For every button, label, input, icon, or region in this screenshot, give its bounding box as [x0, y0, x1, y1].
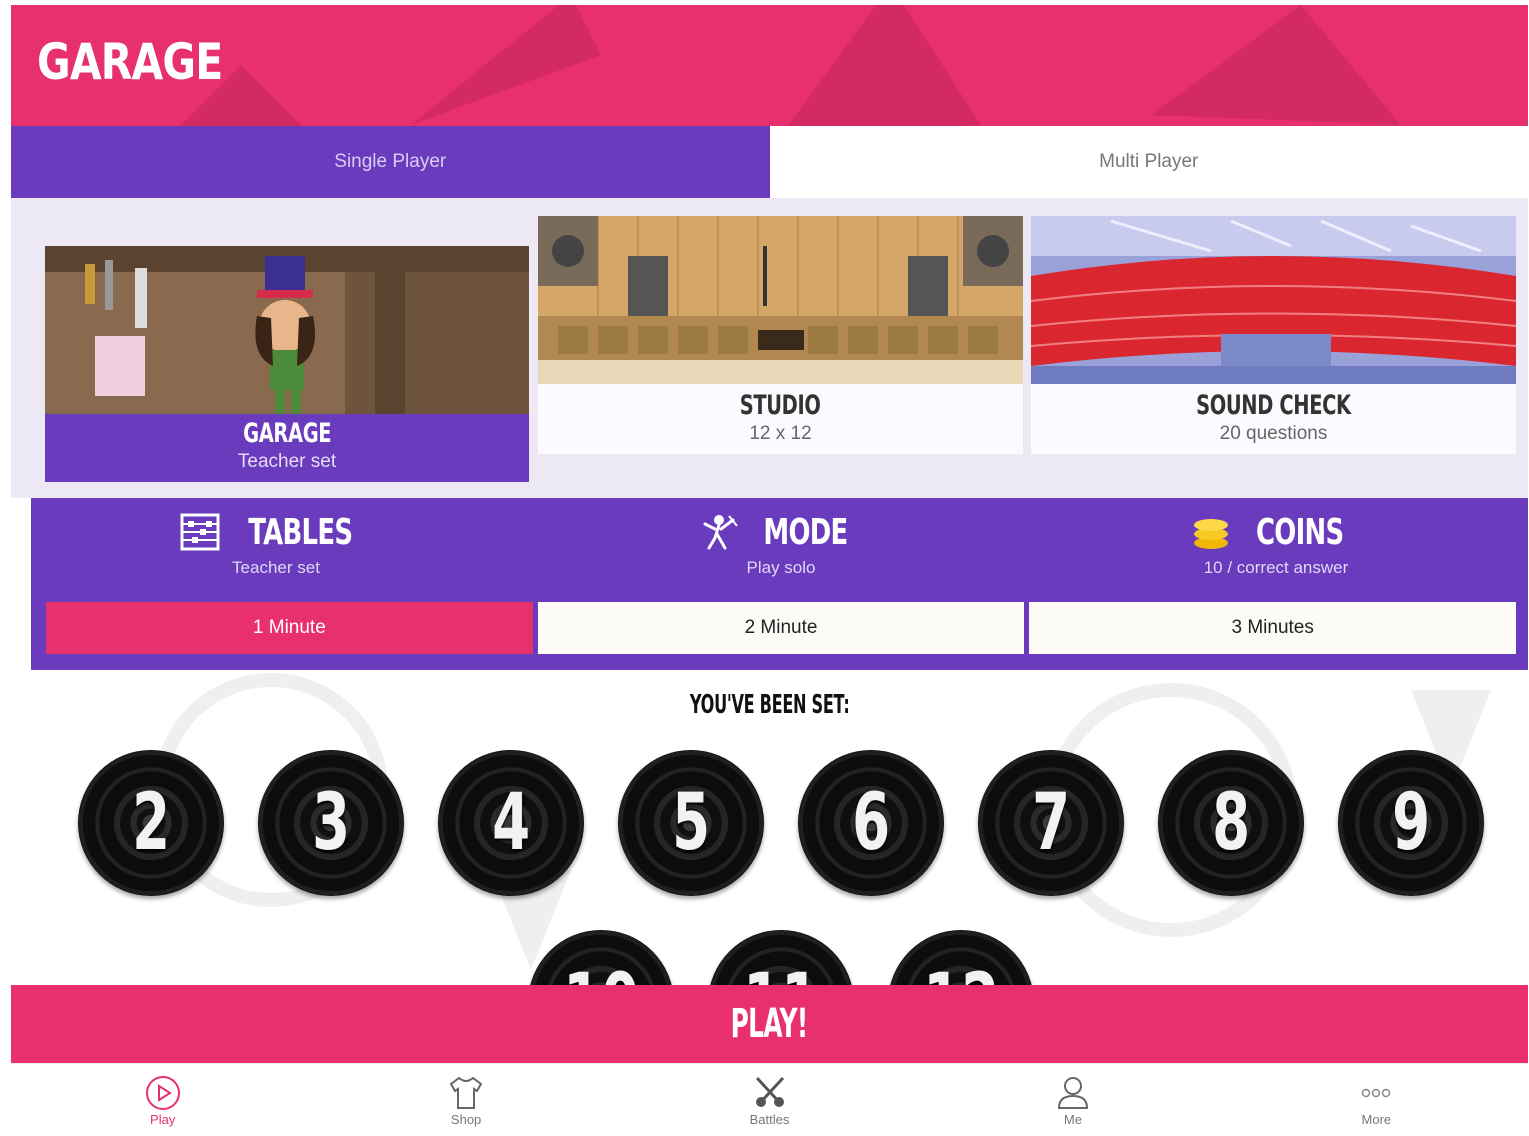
- nav-label: Shop: [450, 1112, 482, 1127]
- header-decoration: [1151, 5, 1401, 125]
- record-table-9[interactable]: 9: [1338, 750, 1484, 896]
- setting-mode[interactable]: MODE Play solo: [536, 506, 1026, 578]
- header: GARAGE: [11, 5, 1528, 126]
- time-option-2-minute[interactable]: 2 Minute: [537, 602, 1025, 654]
- level-name: STUDIO: [740, 390, 821, 421]
- setting-subtitle: 10 / correct answer: [1203, 558, 1349, 577]
- rockstar-icon: [703, 515, 738, 550]
- level-info: GARAGE Teacher set: [45, 418, 529, 473]
- app-frame: GARAGE Single Player Multi Player GARAGE…: [11, 5, 1528, 1136]
- record-table-7[interactable]: 7: [978, 750, 1124, 896]
- record-table-4[interactable]: 4: [438, 750, 584, 896]
- arena-image: [1031, 216, 1516, 384]
- level-subtitle: Teacher set: [237, 451, 337, 472]
- page-title: GARAGE: [37, 33, 223, 91]
- nav-item-shop[interactable]: Shop: [314, 1064, 617, 1136]
- studio-image: [538, 216, 1023, 384]
- level-info: SOUND CHECK 20 questions: [1031, 390, 1516, 445]
- record-table-5[interactable]: 5: [618, 750, 764, 896]
- level-name: GARAGE: [242, 418, 332, 449]
- game-settings-panel: TABLES Teacher set MODE Play solo COINS …: [31, 498, 1528, 670]
- header-decoration: [787, 5, 981, 126]
- level-info: STUDIO 12 x 12: [538, 390, 1023, 445]
- nav-item-play[interactable]: Play: [11, 1064, 314, 1136]
- setting-title: TABLES: [247, 511, 353, 553]
- record-table-3[interactable]: 3: [258, 750, 404, 896]
- level-subtitle: 20 questions: [1219, 423, 1328, 444]
- nav-label: Battles: [749, 1112, 790, 1127]
- nav-label: Me: [1063, 1112, 1082, 1127]
- level-card-garage[interactable]: GARAGE Teacher set: [45, 246, 529, 482]
- record-table-6[interactable]: 6: [798, 750, 944, 896]
- setting-subtitle: Teacher set: [232, 558, 320, 577]
- nav-item-battles[interactable]: Battles: [618, 1064, 921, 1136]
- nav-label: Play: [150, 1112, 176, 1127]
- more-icon: [1362, 1088, 1391, 1098]
- shirt-icon: [449, 1076, 483, 1109]
- setting-title: COINS: [1256, 511, 1344, 553]
- level-name: SOUND CHECK: [1196, 390, 1351, 421]
- bottom-nav: Play Shop Battles Me More: [11, 1063, 1528, 1136]
- level-card-studio[interactable]: STUDIO 12 x 12: [538, 216, 1023, 454]
- crossed-guitars-icon: [755, 1076, 784, 1107]
- tab-single-player[interactable]: Single Player: [11, 126, 770, 198]
- play-button-label: PLAY!: [731, 1001, 809, 1047]
- time-selector: 1 Minute 2 Minute 3 Minutes: [46, 602, 1517, 654]
- nav-label: More: [1361, 1112, 1392, 1127]
- abacus-icon: [180, 513, 220, 551]
- record-table-8[interactable]: 8: [1158, 750, 1304, 896]
- nav-item-me[interactable]: Me: [921, 1064, 1224, 1136]
- setting-coins[interactable]: COINS 10 / correct answer: [1031, 506, 1521, 578]
- time-option-3-minutes[interactable]: 3 Minutes: [1029, 602, 1517, 654]
- person-icon: [1057, 1077, 1088, 1109]
- level-selector: GARAGE Teacher set STUDIO 12 x 12 SOUND …: [11, 198, 1528, 498]
- tables-set-area: YOU'VE BEEN SET: 2 3 4 5 6 7 8 9 10 11 1…: [11, 670, 1528, 990]
- level-subtitle: 12 x 12: [749, 423, 812, 444]
- setting-tables[interactable]: TABLES Teacher set: [31, 506, 521, 578]
- record-table-2[interactable]: 2: [78, 750, 224, 896]
- header-decoration: [411, 5, 601, 125]
- garage-image: [45, 246, 529, 414]
- setting-subtitle: Play solo: [746, 558, 816, 577]
- time-option-1-minute[interactable]: 1 Minute: [46, 602, 533, 654]
- coins-icon: [1194, 519, 1229, 549]
- tab-multi-player[interactable]: Multi Player: [769, 126, 1528, 198]
- play-button[interactable]: PLAY!: [11, 985, 1528, 1063]
- player-mode-tabs: Single Player Multi Player: [11, 126, 1528, 198]
- level-card-sound-check[interactable]: SOUND CHECK 20 questions: [1031, 216, 1516, 454]
- setting-title: MODE: [762, 511, 848, 553]
- nav-item-more[interactable]: More: [1225, 1064, 1528, 1136]
- set-title: YOU'VE BEEN SET:: [689, 690, 850, 720]
- play-icon: [145, 1076, 180, 1110]
